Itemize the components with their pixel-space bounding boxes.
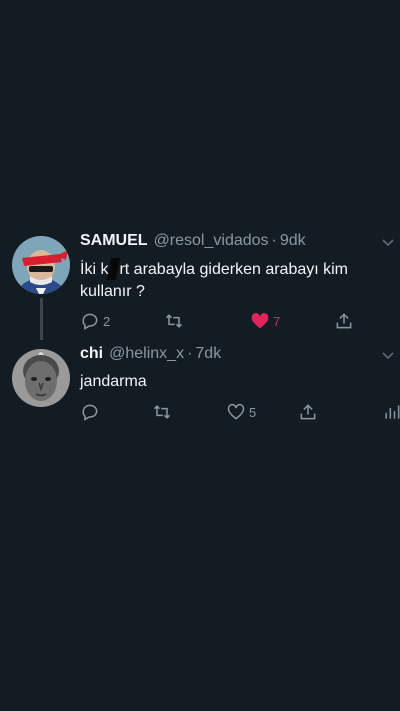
separator-dot: · (187, 345, 193, 362)
avatar-samuel[interactable] (12, 236, 70, 294)
reply-icon (82, 313, 98, 330)
avatar-chi[interactable] (12, 349, 70, 407)
reply-button[interactable]: 2 (80, 310, 110, 332)
like-count: 5 (249, 404, 257, 420)
retweet-button[interactable] (152, 401, 172, 423)
share-icon (300, 404, 316, 420)
child-portrait-avatar-icon (12, 349, 70, 407)
like-button[interactable]: 7 (250, 310, 280, 332)
tweet-body: chi @helinx_x · 7dk jandarma (80, 345, 394, 393)
timestamp[interactable]: 9dk (280, 232, 306, 250)
share-button[interactable] (298, 401, 318, 423)
tweet-text: jandarma (80, 373, 147, 390)
tweet-text-part2: rt arabayla giderken arabayı kim kullanı… (80, 261, 349, 300)
retweet-icon (153, 405, 171, 419)
retweet-icon (165, 314, 183, 328)
timestamp[interactable]: 7dk (195, 345, 221, 363)
thread-connector-line (40, 298, 43, 340)
chevron-down-icon[interactable] (382, 238, 394, 248)
tweet-header: SAMUEL @resol_vidados · 9dk (80, 232, 392, 254)
heart-outline-icon (227, 403, 245, 420)
user-handle[interactable]: @helinx_x (109, 345, 184, 363)
share-button[interactable] (334, 310, 354, 332)
tweet-text-part1: İki k (80, 261, 109, 278)
retweet-button[interactable] (164, 310, 184, 332)
tweet-text: İki k rt arabayla giderken arabayı kim ku… (80, 258, 350, 303)
tweet-actions: 5 (80, 401, 400, 425)
chevron-down-icon[interactable] (382, 351, 394, 361)
reply-icon (82, 404, 98, 421)
analytics-icon (385, 405, 400, 419)
analytics-button[interactable] (382, 401, 400, 423)
heart-filled-icon (251, 313, 269, 329)
tweet-actions: 2 7 (80, 310, 400, 334)
display-name[interactable]: SAMUEL (80, 232, 148, 250)
display-name[interactable]: chi (80, 345, 103, 363)
share-icon (336, 313, 352, 329)
user-handle[interactable]: @resol_vidados (154, 232, 269, 250)
like-count: 7 (273, 313, 281, 329)
separator-dot: · (271, 232, 277, 249)
tweet-body: SAMUEL @resol_vidados · 9dk İki k rt arab… (80, 232, 394, 303)
reply-count: 2 (103, 313, 111, 329)
like-button[interactable]: 5 (226, 401, 256, 423)
reply-button[interactable] (80, 401, 100, 423)
masked-man-avatar-icon (12, 236, 70, 294)
tweet-header: chi @helinx_x · 7dk (80, 345, 392, 367)
twitter-thread-screen: SAMUEL @resol_vidados · 9dk İki k rt arab… (0, 0, 400, 711)
